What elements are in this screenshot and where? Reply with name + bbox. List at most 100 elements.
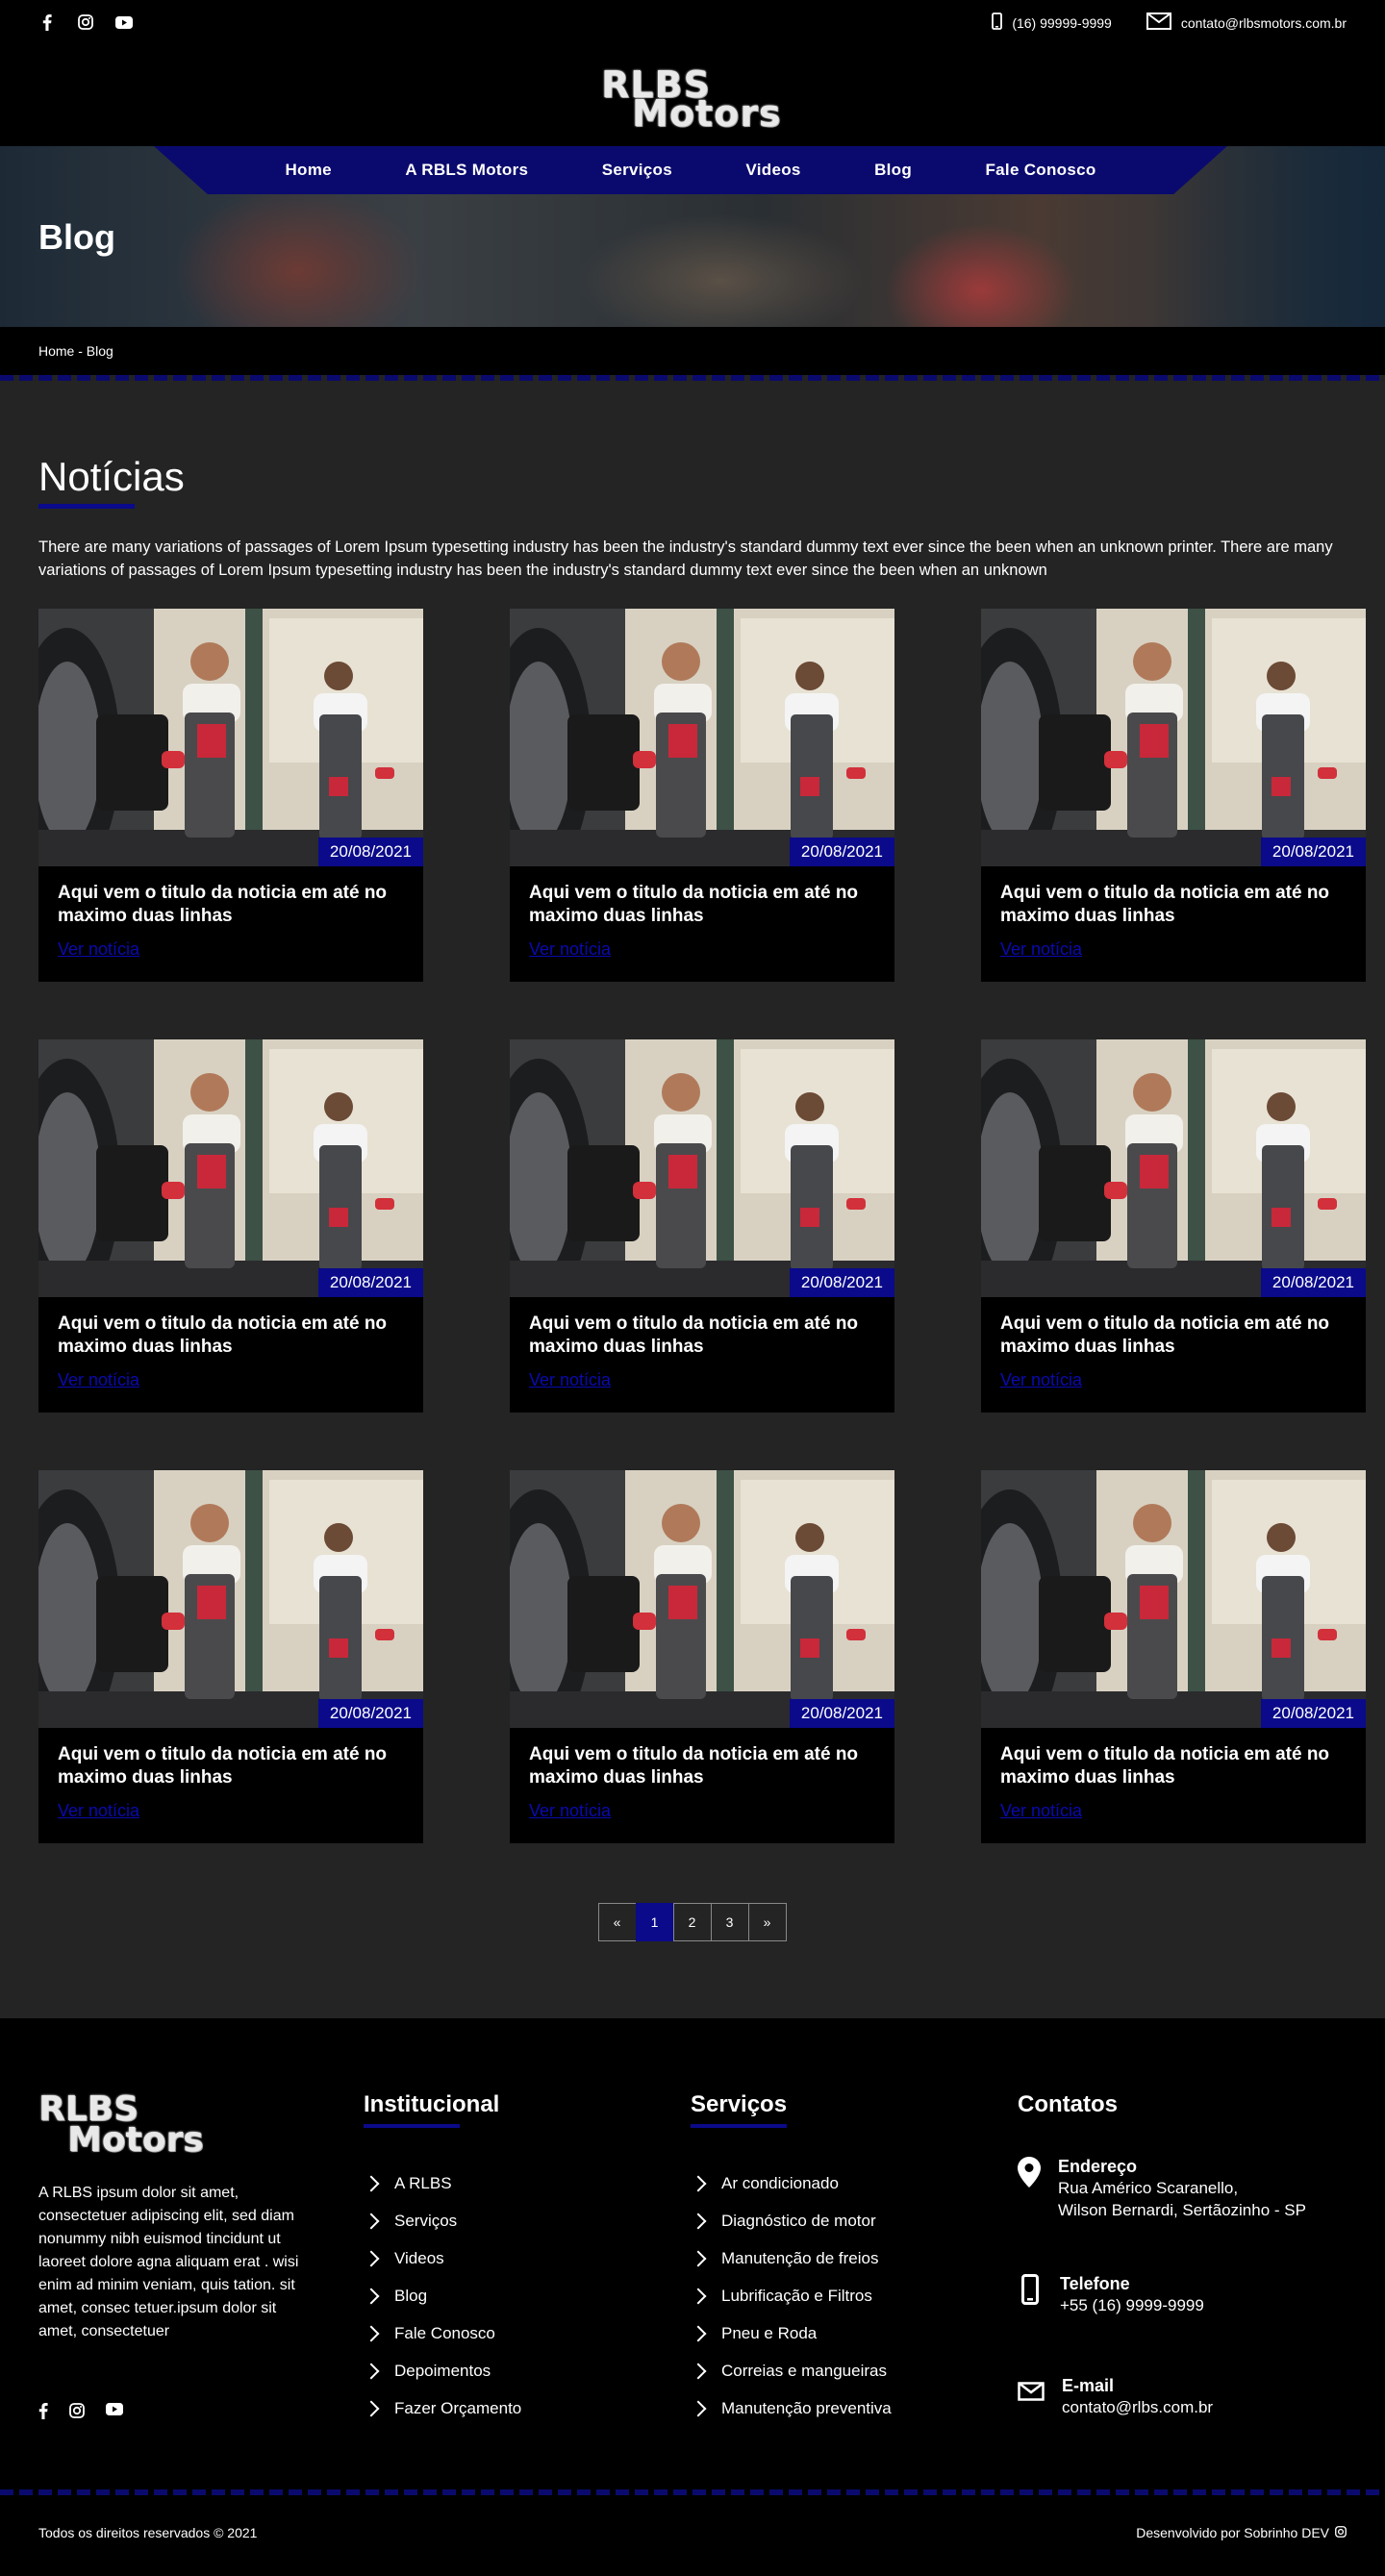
footer-link[interactable]: Lubrificação e Filtros [690,2277,892,2314]
news-card-image[interactable]: 20/08/2021 [38,1039,423,1297]
news-card-date: 20/08/2021 [317,1268,423,1297]
chevron-right-icon [690,2250,707,2266]
news-card-image[interactable]: 20/08/2021 [510,609,894,866]
mechanic-photo [981,609,1366,866]
mechanic-photo [510,609,894,866]
news-card-title[interactable]: Aqui vem o titulo da noticia em até no m… [58,1313,404,1359]
contact-phone[interactable]: Telefone +55 (16) 9999-9999 [1018,2274,1204,2316]
facebook-icon[interactable] [38,13,56,31]
news-card[interactable]: 20/08/2021 Aqui vem o titulo da noticia … [981,609,1366,982]
footer-link[interactable]: Blog [363,2277,521,2314]
footer-link[interactable]: Pneu e Roda [690,2314,892,2352]
youtube-icon[interactable] [115,13,133,31]
nav-home[interactable]: Home [285,161,331,180]
logo[interactable]: RLBS Motors [601,63,784,135]
news-card[interactable]: 20/08/2021 Aqui vem o titulo da noticia … [981,1470,1366,1843]
news-card-image[interactable]: 20/08/2021 [981,609,1366,866]
news-card-image[interactable]: 20/08/2021 [38,609,423,866]
footer-logo-line2: Motors [67,2120,204,2160]
pagination-page-1[interactable]: 1 [635,1903,674,1941]
instagram-icon[interactable] [69,2403,85,2424]
pagination-page-3[interactable]: 3 [710,1903,749,1941]
nav-contact[interactable]: Fale Conosco [985,161,1095,180]
contact-phone-label: Telefone [1060,2274,1130,2293]
nav-videos[interactable]: Videos [745,161,800,180]
news-card-image[interactable]: 20/08/2021 [510,1039,894,1297]
logo-line2: Motors [632,92,782,135]
top-email[interactable]: contato@rlbsmotors.com.br [1146,13,1347,33]
pagination-page-2[interactable]: 2 [672,1903,712,1941]
footer-link[interactable]: Manutenção preventiva [690,2389,892,2427]
news-card-image[interactable]: 20/08/2021 [38,1470,423,1728]
footer-institucional-list: A RLBS Serviços Videos Blog Fale Conosco Depo… [363,2164,521,2427]
pagination-next[interactable]: » [747,1903,787,1941]
instagram-icon[interactable] [77,13,94,31]
footer-link-label: Depoimentos [394,2361,491,2380]
top-social-links [38,13,133,31]
mechanic-photo [981,1039,1366,1297]
nav-services[interactable]: Serviços [602,161,672,180]
footer-link[interactable]: Manutenção de freios [690,2239,892,2277]
news-card-title[interactable]: Aqui vem o titulo da noticia em até no m… [1000,1313,1347,1359]
contact-email[interactable]: E-mail contato@rlbs.com.br [1018,2376,1213,2418]
news-card[interactable]: 20/08/2021 Aqui vem o titulo da noticia … [510,609,894,982]
news-card-link[interactable]: Ver notícia [58,939,139,960]
footer-link[interactable]: Depoimentos [363,2352,521,2389]
news-card[interactable]: 20/08/2021 Aqui vem o titulo da noticia … [981,1039,1366,1413]
footer-link[interactable]: A RLBS [363,2164,521,2202]
news-card-title[interactable]: Aqui vem o titulo da noticia em até no m… [529,882,875,928]
footer-logo[interactable]: RLBS Motors [38,2089,221,2160]
news-card[interactable]: 20/08/2021 Aqui vem o titulo da noticia … [38,1039,423,1413]
footer-social-links [38,2403,123,2424]
footer-link[interactable]: Videos [363,2239,521,2277]
developer-credit[interactable]: Desenvolvido por Sobrinho DEV [1136,2525,1347,2540]
footer-servicos-title: Serviços [691,2091,788,2117]
nav-about[interactable]: A RBLS Motors [405,161,528,180]
news-card-title[interactable]: Aqui vem o titulo da noticia em até no m… [1000,1743,1347,1789]
news-card-date: 20/08/2021 [1260,1699,1366,1728]
news-card[interactable]: 20/08/2021 Aqui vem o titulo da noticia … [510,1470,894,1843]
footer-link[interactable]: Fazer Orçamento [363,2389,521,2427]
hero-bg-shape [577,213,866,327]
news-card-title[interactable]: Aqui vem o titulo da noticia em até no m… [529,1743,875,1789]
news-card-link[interactable]: Ver notícia [529,1370,611,1390]
footer-link[interactable]: Serviços [363,2202,521,2239]
top-phone[interactable]: (16) 99999-9999 [992,13,1112,33]
news-card-image[interactable]: 20/08/2021 [510,1470,894,1728]
news-card-link[interactable]: Ver notícia [529,1801,611,1821]
news-card[interactable]: 20/08/2021 Aqui vem o titulo da noticia … [38,609,423,982]
news-card-link[interactable]: Ver notícia [1000,939,1082,960]
mechanic-photo [38,1470,423,1728]
news-card-title[interactable]: Aqui vem o titulo da noticia em até no m… [58,1743,404,1789]
footer-link-label: Fale Conosco [394,2323,495,2342]
footer-link[interactable]: Ar condicionado [690,2164,892,2202]
copyright-text: Todos os direitos reservados © 2021 [38,2525,258,2540]
instagram-icon [1335,2525,1347,2540]
mechanic-photo [510,1039,894,1297]
news-card[interactable]: 20/08/2021 Aqui vem o titulo da noticia … [510,1039,894,1413]
footer-link[interactable]: Correias e mangueiras [690,2352,892,2389]
footer-institucional: Institucional A RLBS Serviços Videos Blog Fa… [363,2091,521,2427]
news-card-title[interactable]: Aqui vem o titulo da noticia em até no m… [529,1313,875,1359]
news-card-body: Aqui vem o titulo da noticia em até no m… [510,1297,894,1390]
news-card-link[interactable]: Ver notícia [58,1801,139,1821]
footer-link[interactable]: Fale Conosco [363,2314,521,2352]
facebook-icon[interactable] [38,2403,48,2424]
footer-link[interactable]: Diagnóstico de motor [690,2202,892,2239]
news-card-link[interactable]: Ver notícia [1000,1370,1082,1390]
developer-credit-text: Desenvolvido por Sobrinho DEV [1136,2525,1329,2540]
news-card-title[interactable]: Aqui vem o titulo da noticia em até no m… [58,882,404,928]
news-card-date: 20/08/2021 [789,1699,894,1728]
news-card-link[interactable]: Ver notícia [529,939,611,960]
news-card-link[interactable]: Ver notícia [1000,1801,1082,1821]
news-card-date: 20/08/2021 [1260,838,1366,866]
news-card-image[interactable]: 20/08/2021 [981,1039,1366,1297]
news-card[interactable]: 20/08/2021 Aqui vem o titulo da noticia … [38,1470,423,1843]
news-card-image[interactable]: 20/08/2021 [981,1470,1366,1728]
nav-blog[interactable]: Blog [874,161,912,180]
breadcrumb-text[interactable]: Home - Blog [38,343,113,359]
news-card-link[interactable]: Ver notícia [58,1370,139,1390]
youtube-icon[interactable] [106,2403,123,2424]
news-card-title[interactable]: Aqui vem o titulo da noticia em até no m… [1000,882,1347,928]
pagination-prev[interactable]: « [597,1903,637,1941]
